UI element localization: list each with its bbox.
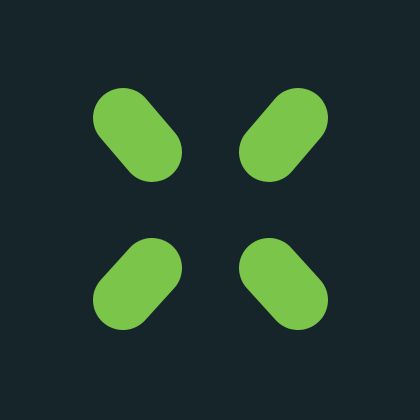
bar-top-left xyxy=(93,88,182,182)
bar-top-right xyxy=(239,88,328,182)
bar-bottom-left xyxy=(93,238,182,330)
x-logo-icon xyxy=(0,0,420,420)
app-icon xyxy=(0,0,420,420)
bar-bottom-right xyxy=(239,238,328,330)
icon-background xyxy=(0,0,420,420)
